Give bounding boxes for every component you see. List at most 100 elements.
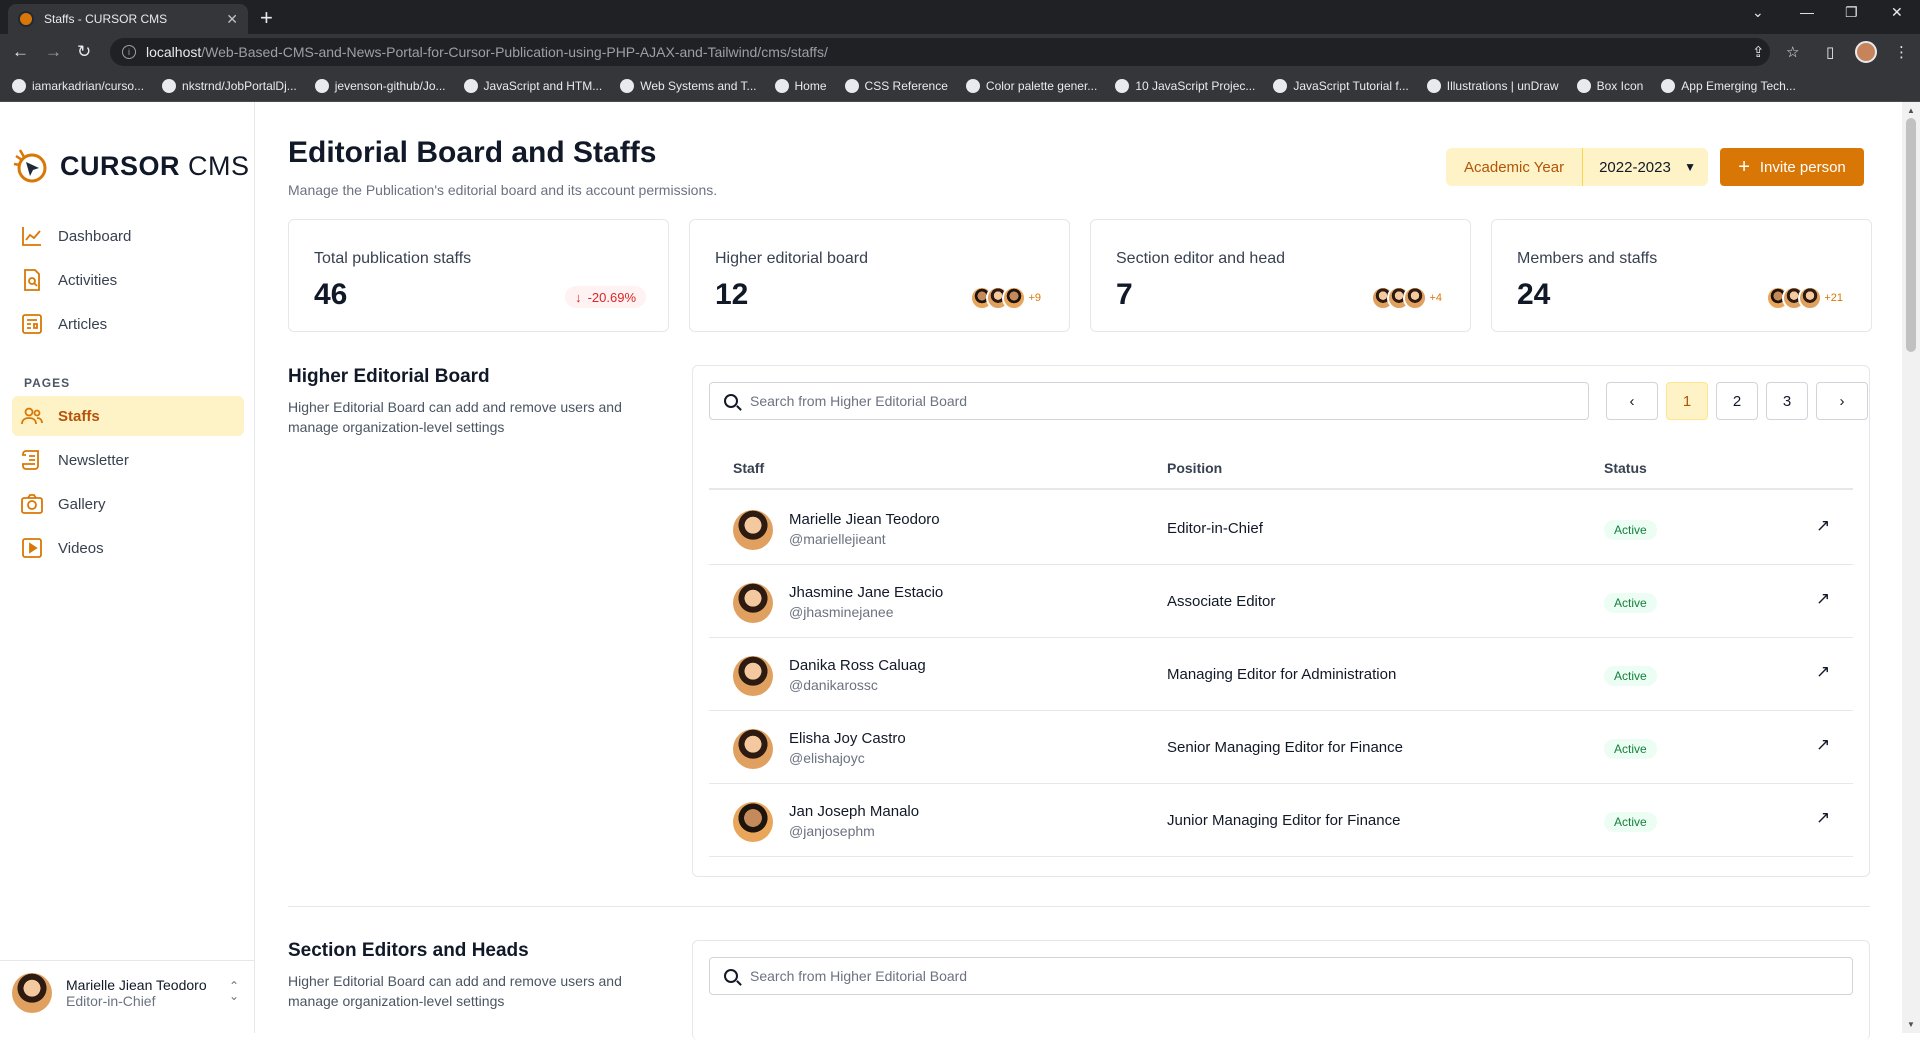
staff-handle: @danikarossc: [789, 677, 878, 693]
sidebar: CURSOR CMS Dashboard Activities Articles…: [0, 102, 255, 1033]
bookmark-item[interactable]: Illustrations | unDraw: [1426, 78, 1559, 93]
table-row[interactable]: Jhasmine Jane Estacio @jhasminejanee Assoc…: [709, 565, 1853, 638]
bookmark-item[interactable]: jevenson-github/Jo...: [314, 78, 446, 93]
bookmark-item[interactable]: nkstrnd/JobPortalDj...: [162, 78, 297, 93]
avatar: [12, 972, 52, 1013]
side-panel-icon[interactable]: ▯: [1826, 43, 1834, 61]
play-icon: [22, 538, 42, 558]
sidebar-item-staffs[interactable]: Staffs: [12, 396, 244, 436]
users-icon: [21, 407, 43, 425]
next-page-button[interactable]: ›: [1816, 382, 1868, 420]
tab-search-icon[interactable]: ⌄: [1752, 4, 1764, 21]
status-badge: Active: [1604, 739, 1657, 759]
sidebar-item-activities[interactable]: Activities: [12, 260, 244, 300]
arrow-up-right-icon[interactable]: ↗: [1816, 808, 1830, 828]
staff-position: Managing Editor for Administration: [1167, 666, 1397, 683]
tab-close-icon[interactable]: ✕: [226, 11, 238, 28]
camera-icon: [21, 494, 43, 514]
bookmark-favicon-icon: [314, 78, 329, 93]
page-subtitle: Manage the Publication's editorial board…: [288, 182, 718, 198]
stat-value: 24: [1517, 278, 1551, 311]
page-button[interactable]: 3: [1766, 382, 1808, 420]
minimize-icon[interactable]: —: [1800, 4, 1814, 20]
back-icon[interactable]: ←: [12, 42, 29, 62]
scrollbar-thumb[interactable]: [1906, 118, 1916, 352]
tab-title: Staffs - CURSOR CMS: [44, 12, 168, 26]
higher-board-panel: Search from Higher Editorial Board ‹ 1 2…: [692, 365, 1870, 877]
page-scrollbar[interactable]: ▲ ▼: [1902, 102, 1920, 1033]
scroll-up-icon[interactable]: ▲: [1907, 106, 1915, 115]
stat-card-total-staffs: Total publication staffs 46 ↓ -20.69%: [288, 219, 669, 332]
profile-avatar[interactable]: [1855, 41, 1877, 63]
current-user-card[interactable]: Marielle Jiean Teodoro Editor-in-Chief ⌃…: [0, 960, 255, 1024]
bookmark-item[interactable]: JavaScript and HTM...: [463, 78, 602, 93]
address-bar[interactable]: i localhost/Web-Based-CMS-and-News-Porta…: [110, 38, 1770, 66]
new-tab-icon[interactable]: +: [260, 5, 273, 31]
bookmark-favicon-icon: [1426, 78, 1441, 93]
pagination: ‹ 1 2 3 ›: [1606, 382, 1868, 420]
invite-person-button[interactable]: + Invite person: [1720, 148, 1864, 186]
main-content: Editorial Board and Staffs Manage the Pu…: [288, 102, 1900, 1040]
prev-page-button[interactable]: ‹: [1606, 382, 1658, 420]
arrow-up-right-icon[interactable]: ↗: [1816, 735, 1830, 755]
sidebar-item-gallery[interactable]: Gallery: [12, 484, 244, 524]
search-input[interactable]: Search from Higher Editorial Board: [709, 957, 1853, 995]
bookmark-favicon-icon: [844, 78, 859, 93]
search-placeholder: Search from Higher Editorial Board: [750, 968, 968, 984]
arrow-up-right-icon[interactable]: ↗: [1816, 516, 1830, 536]
forward-icon[interactable]: →: [45, 42, 62, 62]
page-button[interactable]: 2: [1716, 382, 1758, 420]
academic-year-select[interactable]: Academic Year 2022-2023 ▼: [1446, 148, 1708, 186]
bookmark-item[interactable]: JavaScript Tutorial f...: [1273, 78, 1409, 93]
bookmark-item[interactable]: CSS Reference: [844, 78, 948, 93]
scroll-down-icon[interactable]: ▼: [1907, 1020, 1915, 1029]
menu-kebab-icon[interactable]: ⋮: [1894, 43, 1909, 61]
bookmark-label: jevenson-github/Jo...: [334, 78, 446, 93]
share-icon[interactable]: ⇪: [1752, 43, 1765, 61]
table-row[interactable]: Marielle Jiean Teodoro @mariellejieant Edi…: [709, 492, 1853, 565]
table-row[interactable]: Jan Joseph Manalo @janjosephm Junior Manag…: [709, 784, 1853, 857]
more-count: +4: [1429, 292, 1442, 304]
sidebar-item-dashboard[interactable]: Dashboard: [12, 216, 244, 256]
avatar-stack: +21: [1766, 286, 1843, 310]
bookmark-item[interactable]: Home: [774, 78, 827, 93]
chevron-up-down-icon[interactable]: ⌃ ⌄: [229, 980, 239, 1002]
restore-icon[interactable]: ❐: [1845, 4, 1858, 21]
staff-position: Editor-in-Chief: [1167, 520, 1263, 537]
stat-value: 7: [1116, 278, 1133, 311]
bookmark-item[interactable]: Web Systems and T...: [620, 78, 757, 93]
bookmark-item[interactable]: App Emerging Tech...: [1661, 78, 1796, 93]
bookmark-item[interactable]: iamarkadrian/curso...: [12, 78, 144, 93]
avatar: [733, 656, 773, 696]
user-role: Editor-in-Chief: [66, 992, 156, 1009]
academic-year-label: Academic Year: [1446, 148, 1584, 186]
arrow-up-right-icon[interactable]: ↗: [1816, 589, 1830, 609]
sidebar-item-newsletter[interactable]: Newsletter: [12, 440, 244, 480]
table-row[interactable]: Elisha Joy Castro @elishajoyc Senior Manag…: [709, 711, 1853, 784]
arrow-up-right-icon[interactable]: ↗: [1816, 662, 1830, 682]
sidebar-item-videos[interactable]: Videos: [12, 528, 244, 568]
search-icon: [724, 394, 738, 408]
bookmark-label: 10 JavaScript Projec...: [1135, 78, 1256, 93]
bookmark-star-icon[interactable]: ☆: [1786, 43, 1799, 61]
bookmark-item[interactable]: Color palette gener...: [965, 78, 1097, 93]
bookmark-item[interactable]: 10 JavaScript Projec...: [1115, 78, 1256, 93]
bookmark-favicon-icon: [774, 78, 789, 93]
site-info-icon[interactable]: i: [122, 45, 136, 59]
newspaper-icon: [22, 314, 42, 334]
bookmark-item[interactable]: Box Icon: [1576, 78, 1643, 93]
brand-logo[interactable]: CURSOR CMS: [12, 146, 250, 186]
table-row[interactable]: Danika Ross Caluag @danikarossc Managing E…: [709, 638, 1853, 711]
bookmark-favicon-icon: [1576, 78, 1591, 93]
reload-icon[interactable]: ↻: [77, 42, 91, 62]
document-search-icon: [24, 269, 40, 291]
search-input[interactable]: Search from Higher Editorial Board: [709, 382, 1589, 420]
bookmark-label: JavaScript Tutorial f...: [1293, 78, 1409, 93]
sidebar-item-articles[interactable]: Articles: [12, 304, 244, 344]
browser-tab[interactable]: Staffs - CURSOR CMS ✕: [8, 4, 248, 34]
column-header-status: Status: [1604, 460, 1647, 476]
avatar-stack: +9: [970, 286, 1041, 310]
browser-tab-bar: Staffs - CURSOR CMS ✕ + ⌄ — ❐ ✕: [0, 0, 1920, 34]
window-close-icon[interactable]: ✕: [1891, 4, 1903, 21]
page-button[interactable]: 1: [1666, 382, 1708, 420]
